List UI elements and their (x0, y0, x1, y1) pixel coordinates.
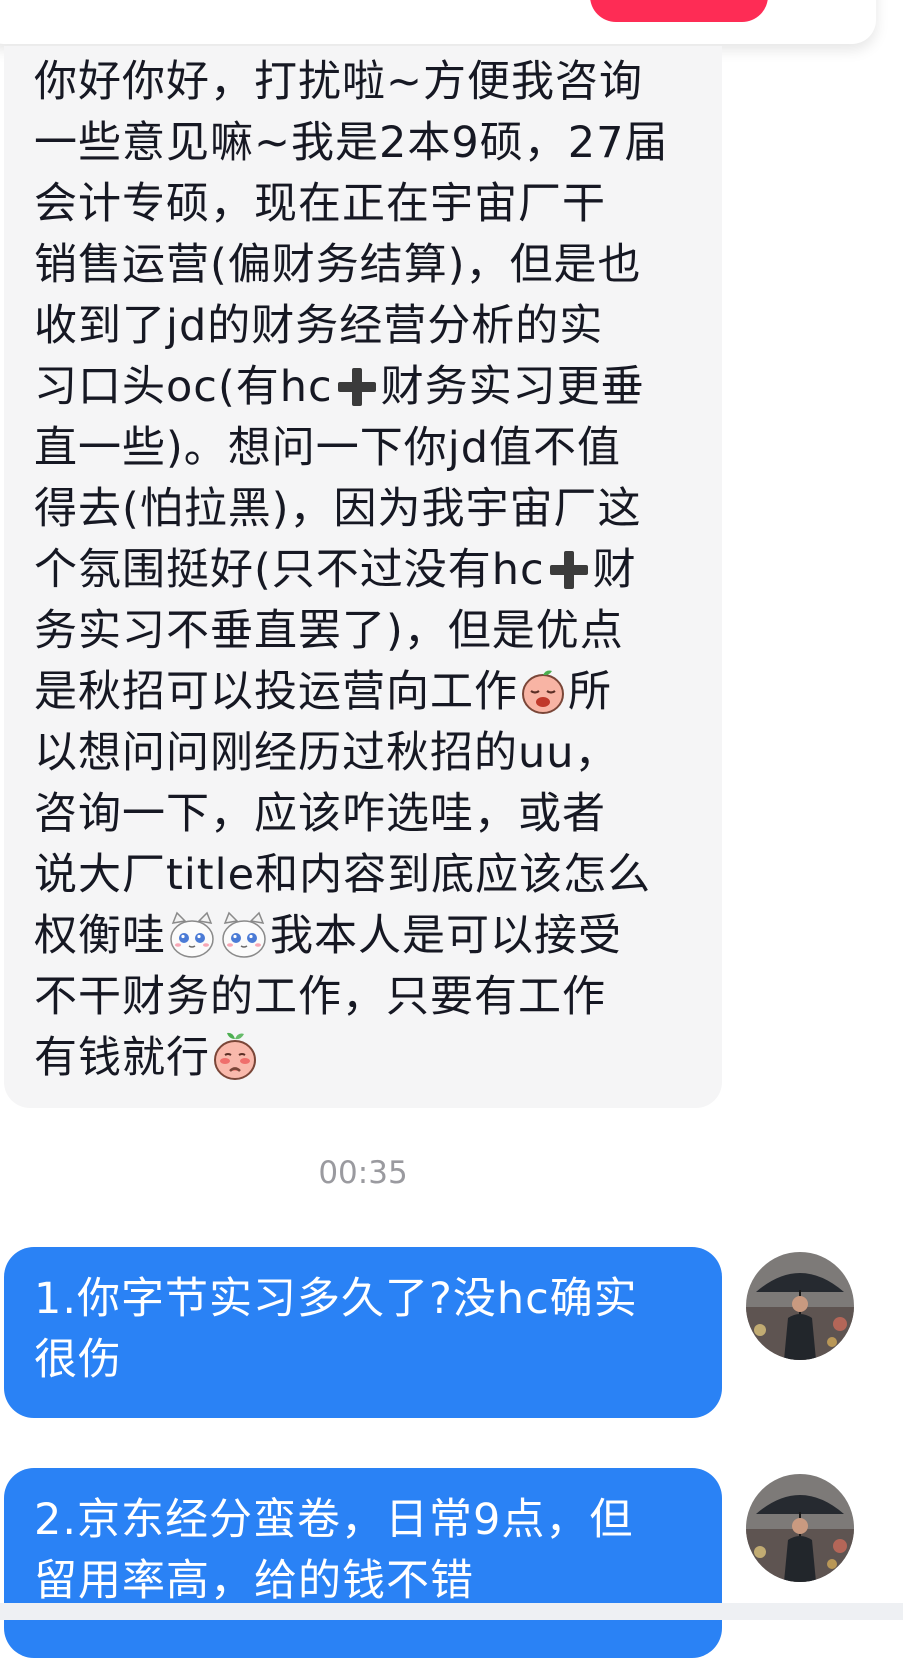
top-action-button[interactable] (590, 0, 768, 22)
teary-cat-emoji-icon (219, 911, 269, 959)
message-line: 咨询一下，应该咋选哇，或者 (34, 789, 606, 839)
message-line: 销售运营(偏财务结算)，但是也 (34, 240, 642, 290)
message-line: 个氛围挺好(只不过没有hc 财 (34, 540, 694, 601)
message-segment: 我本人是可以接受 (270, 911, 622, 961)
message-line: 有钱就行 (34, 1028, 694, 1089)
message-line: 得去(怕拉黑)，因为我宇宙厂这 (34, 484, 642, 534)
message-line: 务实习不垂直罢了)，但是优点 (34, 606, 624, 656)
bottom-input-bar (0, 1603, 903, 1620)
message-segment: 财务实习更垂 (380, 362, 645, 412)
message-segment: 个氛围挺好(只不过没有hc (34, 545, 545, 595)
message-line: 习口头oc(有hc 财务实习更垂 (34, 357, 694, 418)
message-line: 很伤 (34, 1335, 122, 1385)
message-line: 是秋招可以投运营向工作所 (34, 662, 694, 723)
plus-emoji-icon (334, 364, 380, 410)
message-line: 以想问问刚经历过秋招的uu， (34, 728, 619, 778)
sent-message-bubble[interactable]: 2.京东经分蛮卷，日常9点，但 留用率高，给的钱不错 (4, 1468, 722, 1658)
crying-peach-emoji-icon (519, 667, 567, 715)
message-line: 直一些)。想问一下你jd值不值 (34, 423, 622, 473)
message-line: 会计专硕，现在正在宇宙厂干 (34, 179, 606, 229)
received-message-text: 你好你好，打扰啦~方便我咨询 一些意见嘛~我是2本9硕，27届 会计专硕，现在正… (34, 52, 694, 1089)
message-segment: 有钱就行 (34, 1033, 210, 1083)
message-line: 1.你字节实习多久了?没hc确实 (34, 1274, 638, 1324)
message-segment: 是秋招可以投运营向工作 (34, 667, 518, 717)
user-avatar[interactable] (746, 1474, 854, 1582)
sent-message-text: 1.你字节实习多久了?没hc确实 很伤 (34, 1269, 694, 1391)
message-line: 收到了jd的财务经营分析的实 (34, 301, 604, 351)
plus-emoji-icon (546, 547, 592, 593)
message-segment: 权衡哇 (34, 911, 166, 961)
message-timestamp: 00:35 (318, 1155, 408, 1191)
message-segment: 财 (592, 545, 637, 595)
message-line: 说大厂title和内容到底应该怎么 (34, 850, 652, 900)
sent-message-bubble[interactable]: 1.你字节实习多久了?没hc确实 很伤 (4, 1247, 722, 1418)
shy-peach-emoji-icon (211, 1031, 259, 1081)
sent-message-text: 2.京东经分蛮卷，日常9点，但 留用率高，给的钱不错 (34, 1490, 694, 1612)
message-segment: 所 (568, 667, 612, 717)
message-line: 不干财务的工作，只要有工作 (34, 972, 606, 1022)
message-line: 你好你好，打扰啦~方便我咨询 (34, 57, 644, 107)
teary-cat-emoji-icon (167, 911, 217, 959)
message-line: 权衡哇 我本人是可以接受 (34, 906, 694, 967)
message-segment: 习口头oc(有hc (34, 362, 333, 412)
message-line: 2.京东经分蛮卷，日常9点，但 (34, 1495, 634, 1545)
message-line: 一些意见嘛~我是2本9硕，27届 (34, 118, 669, 168)
user-avatar[interactable] (746, 1252, 854, 1360)
